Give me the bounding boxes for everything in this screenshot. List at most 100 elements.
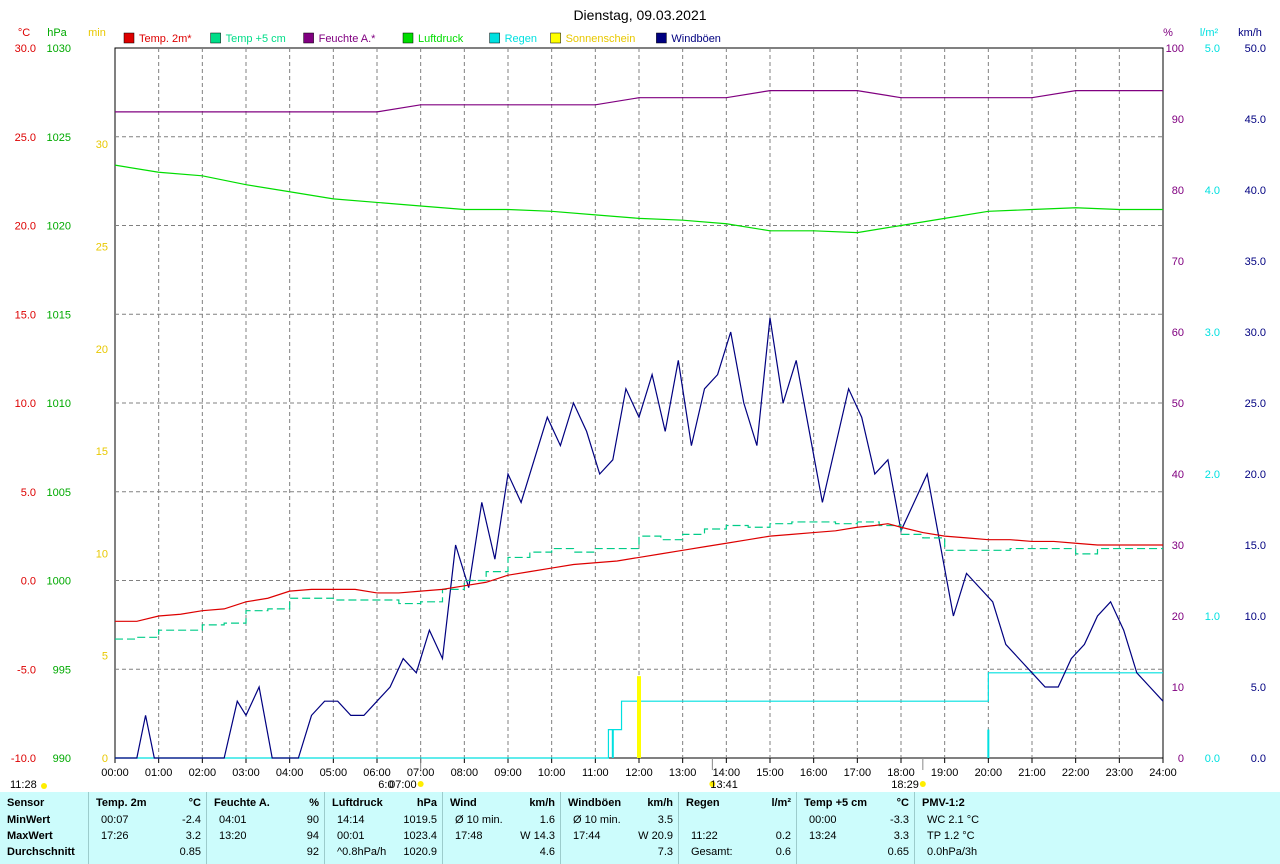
stats-cell-label: 17:26	[101, 830, 129, 842]
pressure-axis-tick-label: 990	[53, 753, 71, 765]
legend-swatch	[550, 32, 561, 44]
stats-cell-value: W 20.9	[638, 830, 673, 842]
humidity-axis-tick-label: 80	[1172, 185, 1184, 197]
temp-axis-tick-label: 15.0	[15, 309, 36, 321]
stats-header: Windböen	[568, 797, 622, 809]
x-tick-label: 10:00	[538, 767, 566, 779]
legend-swatch	[489, 32, 500, 44]
humidity-axis-tick-label: 30	[1172, 540, 1184, 552]
rain-bar	[987, 729, 990, 758]
humidity-axis-tick-label: 20	[1172, 611, 1184, 623]
stats-cell-value: 1019.5	[403, 814, 437, 826]
pressure-axis-tick-label: 1020	[47, 221, 71, 233]
pressure-axis-tick-label: 1025	[47, 132, 71, 144]
x-tick-label: 21:00	[1018, 767, 1046, 779]
sunrise-marker-dot	[417, 781, 424, 787]
stats-cell-label: 17:48	[455, 830, 483, 842]
stats-column: Wind km/h Ø 10 min. 1.6 17:48 W 14.3 4.6	[442, 792, 561, 864]
legend-swatch	[210, 32, 221, 44]
stats-column: Temp. 2m °C 00:07 -2.4 17:26 3.2 0.85	[88, 792, 207, 864]
rain-axis-tick-label: 4.0	[1205, 185, 1220, 197]
stats-cell-value: 1.6	[539, 814, 555, 826]
legend-label: Sonnenschein	[566, 33, 636, 45]
x-tick-label: 09:00	[494, 767, 522, 779]
stats-cell-label: ^0.8hPa/h	[337, 846, 387, 858]
x-tick-label: 24:00	[1149, 767, 1177, 779]
x-tick-label: 00:00	[101, 767, 129, 779]
rain-axis-tick-label: 1.0	[1205, 611, 1220, 623]
sunshine-axis-tick-label: 25	[96, 241, 108, 253]
humidity-unit-label: %	[1163, 27, 1173, 39]
weather-chart: Dienstag, 09.03.2021 Temp. 2m* Temp +5 cm…	[10, 7, 1266, 791]
temp-unit-label: °C	[18, 27, 30, 39]
stats-cell-value: 7.3	[657, 846, 673, 858]
stats-cell-value: 3.3	[893, 830, 909, 842]
pressure-axis-tick-label: 1015	[47, 309, 71, 321]
pressure-unit-label: hPa	[47, 27, 67, 39]
stats-cell-label: 00:00	[809, 814, 837, 826]
x-tick-label: 08:00	[451, 767, 479, 779]
stats-unit: °C	[896, 797, 909, 809]
stats-cell-value: 0.65	[887, 846, 909, 858]
humidity-axis-tick-label: 100	[1166, 43, 1184, 55]
stats-cell-label: MinWert	[7, 814, 51, 826]
sunshine-axis-tick-label: 20	[96, 344, 108, 356]
dawn-marker-label: 6:0	[378, 779, 393, 791]
x-tick-label: 17:00	[844, 767, 872, 779]
x-tick-label: 03:00	[232, 767, 260, 779]
legend-label: Regen	[505, 33, 537, 45]
stats-cell-label: Durchschnitt	[7, 846, 75, 858]
stats-cell-value: 0.6	[775, 846, 791, 858]
stats-column: Sensor MinWert MaxWert Durchschnitt	[0, 792, 88, 864]
stats-column: Regen l/m² 11:22 0.2 Gesamt: 0.6	[678, 792, 797, 864]
stats-unit: %	[309, 797, 319, 809]
humidity-axis-tick-label: 60	[1172, 327, 1184, 339]
stats-cell-label: 13:24	[809, 830, 837, 842]
x-tick-label: 02:00	[189, 767, 217, 779]
legend-label: Temp. 2m*	[139, 33, 192, 45]
wind-axis-tick-label: 0.0	[1251, 753, 1266, 765]
max-marker-label: 13:41	[710, 779, 738, 791]
wind-axis-tick-label: 5.0	[1251, 682, 1266, 694]
stats-unit: °C	[188, 797, 201, 809]
stats-header: Wind	[450, 797, 477, 809]
stats-header: Temp. 2m	[96, 797, 147, 809]
stats-cell-label: 11:22	[691, 830, 718, 842]
legend-label: Temp +5 cm	[226, 33, 286, 45]
stats-cell-value: 1020.9	[403, 846, 437, 858]
stats-cell-label: 13:20	[219, 830, 247, 842]
left-time-label: 11:28	[10, 779, 37, 791]
temp-axis-tick-label: -5.0	[17, 664, 36, 676]
humidity-axis-tick-label: 10	[1172, 682, 1184, 694]
rain-unit-label: l/m²	[1200, 27, 1219, 39]
stats-panel: Sensor MinWert MaxWert Durchschnitt Temp. 2m…	[0, 792, 1280, 864]
x-tick-label: 19:00	[931, 767, 959, 779]
rain-axis-tick-label: 0.0	[1205, 753, 1220, 765]
legend-swatch	[402, 32, 414, 44]
wind-axis-tick-label: 20.0	[1245, 469, 1266, 481]
stats-column: PMV-1:2 WC 2.1 °C TP 1.2 °C 0.0hPa/3h	[914, 792, 1035, 864]
stats-cell-value: 0.2	[775, 830, 791, 842]
wind-axis-tick-label: 15.0	[1245, 540, 1266, 552]
x-tick-label: 12:00	[625, 767, 653, 779]
stats-cell-value: 0.85	[179, 846, 201, 858]
sunshine-axis-tick-label: 5	[102, 651, 108, 663]
stats-header: Regen	[686, 797, 720, 809]
stats-cell-value: 3.5	[657, 814, 673, 826]
stats-cell-label: 00:07	[101, 814, 129, 826]
chart-title: Dienstag, 09.03.2021	[573, 7, 706, 23]
rain-axis-tick-label: 5.0	[1205, 43, 1220, 55]
sunshine-axis-tick-label: 10	[96, 548, 108, 560]
x-tick-label: 15:00	[756, 767, 784, 779]
legend-swatch	[656, 32, 667, 44]
stats-header: Luftdruck	[332, 797, 383, 809]
sunshine-axis-tick-label: 30	[96, 139, 108, 151]
legend: Temp. 2m* Temp +5 cm Feuchte A.* Luftdruck R…	[123, 32, 721, 45]
stats-column: Windböen km/h Ø 10 min. 3.5 17:44 W 20.9 7.3	[560, 792, 679, 864]
stats-cell-label: Gesamt:	[691, 846, 733, 858]
stats-cell-value: 1023.4	[403, 830, 437, 842]
stats-column: Luftdruck hPa 14:14 1019.5 00:01 1023.4 ^0.8hP…	[324, 792, 443, 864]
stats-cell-label: 04:01	[219, 814, 247, 826]
stats-cell-value: 4.6	[539, 846, 555, 858]
stats-column: Temp +5 cm °C 00:00 -3.3 13:24 3.3 0.65	[796, 792, 915, 864]
